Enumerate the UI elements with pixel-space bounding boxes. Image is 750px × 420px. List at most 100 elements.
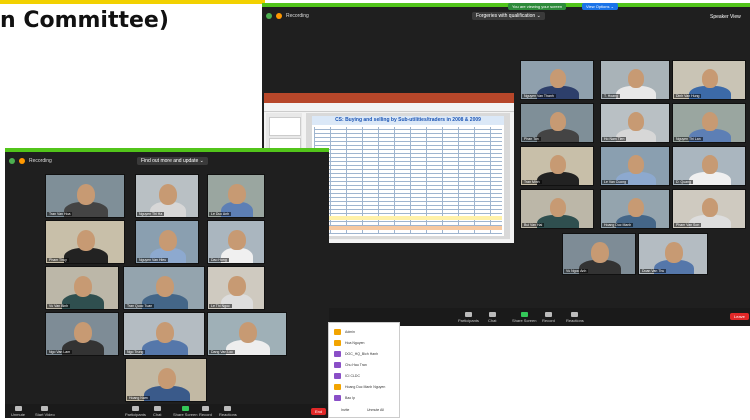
reactions-button[interactable]: Reactions [219,405,237,417]
unmute-button[interactable]: Unmute [11,405,26,417]
participant-video-tile[interactable]: Ho Nam Tien [600,103,670,143]
participant-video-tile[interactable]: Bui Van Hai [520,189,594,229]
avatar [334,340,341,346]
participant-list-name: Hoa Nguyen [345,341,365,345]
participant-gallery: Tran Van Hoa Nguyen Thi Ha Le Duc Anh Pham … [5,148,329,418]
participant-video-tile[interactable]: Doan Van Thu [638,233,708,275]
participant-name: Tran Minh [522,180,542,184]
participant-face [228,183,246,204]
chat-icon [153,405,161,411]
participant-video-tile[interactable]: Dang Van Loc [207,312,287,356]
participant-list-item[interactable]: Admin [334,329,355,335]
participant-name: Nguyen Thi Ha [137,212,165,216]
participant-video-tile[interactable]: Le Duc Anh [207,174,265,218]
participant-face [157,367,177,390]
participant-face [73,275,93,298]
participant-video-tile[interactable]: D. Quang [672,146,746,186]
meeting-controls: Unmute Start Video Participants Chat Sha… [5,404,329,418]
participant-face [627,198,645,218]
end-meeting-button[interactable]: End [311,408,327,415]
control-label: Start Video [35,411,55,417]
participants-button[interactable]: Participants [458,311,479,323]
participant-list-item[interactable]: DOC_HQ_Bich Hanh [334,351,378,357]
control-label: Unmute [11,411,26,417]
participant-face [549,69,567,89]
chat-button[interactable]: Chat [153,405,161,417]
avatar [334,362,341,368]
participant-video-tile[interactable]: Dinh Van Hung [672,60,746,100]
control-label: Record [199,411,212,417]
control-label: Share Screen [173,411,198,417]
share-screen-button[interactable]: Share Screen [512,311,536,323]
participant-list-name: Hoang Duc Manh Nguyen [345,385,386,389]
participant-video-tile[interactable]: T. Hoang [600,60,670,100]
participant-video-tile[interactable]: Pham Thuy [45,220,125,264]
reactions-icon [224,405,232,411]
participant-video-tile[interactable]: Nguyen Thi Lan [672,103,746,143]
participant-video-tile[interactable]: Tran Quoc Tuan [123,266,205,310]
participant-face [627,69,645,89]
participant-video-tile[interactable]: Nguyen Thi Ha [135,174,199,218]
record-button[interactable]: Record [542,311,555,323]
participant-list-item[interactable]: Bao Ip [334,395,355,401]
participant-video-tile[interactable]: Ngo Trung [123,312,205,356]
participant-video-tile[interactable]: Le Van Cuong [600,146,670,186]
participant-list-name: DOC_HQ_Bich Hanh [345,352,379,356]
participant-video-tile[interactable]: Pham Van Son [672,189,746,229]
participant-video-tile[interactable]: Nguyen Van Hieu [135,220,199,264]
participant-name: Tran Quoc Tuan [125,304,155,308]
participant-face [549,198,567,218]
invite-button[interactable]: Invite [341,408,349,412]
participant-video-tile[interactable]: Vu Ngoc Anh [562,233,636,275]
participant-face [155,321,175,344]
participant-name: D. Quang [674,180,693,184]
participant-name: Hoang Duc Manh [602,223,634,227]
record-button[interactable]: Record [199,405,212,417]
microphone-icon [14,405,22,411]
avatar [334,329,341,335]
participant-video-tile[interactable]: Vu Van Binh [45,266,119,310]
participant-video-tile[interactable]: Phan Ton [520,103,594,143]
participant-face [76,183,96,206]
participant-name: Dao Hung [209,258,229,262]
participant-video-tile[interactable]: Dao Hung [207,220,265,264]
participant-name: Doan Van Thu [640,269,667,273]
participant-face [73,321,93,344]
participant-face [701,198,719,218]
participant-video-tile[interactable]: Nguyen Van Thanh [520,60,594,100]
participant-name: Nguyen Van Hieu [137,258,169,262]
participant-video-tile[interactable]: Tran Minh [520,146,594,186]
participant-name: Nguyen Thi Lan [674,137,703,141]
participants-icon [131,405,139,411]
participant-list-item[interactable]: ICI CLDC [334,373,360,379]
participant-face [627,155,645,175]
participants-button[interactable]: Participants [125,405,146,417]
participant-gallery: Nguyen Van Thanh T. Hoang Dinh Van Hung Pha… [262,3,750,326]
participant-list-name: ICI CLDC [345,374,360,378]
participant-name: Le Thi Ngoc [209,304,232,308]
participant-video-tile[interactable]: Hoang Duc Manh [600,189,670,229]
participant-name: Vu Van Binh [47,304,71,308]
participant-video-tile[interactable]: Ngo Van Lam [45,312,119,356]
unmute-all-button[interactable]: Unmute All [367,408,384,412]
participant-face [627,112,645,132]
participant-video-tile[interactable]: Hoang Nam [125,358,207,402]
participant-video-tile[interactable]: Le Thi Ngoc [207,266,265,310]
share-screen-button[interactable]: Share Screen [173,405,198,417]
reactions-button[interactable]: Reactions [566,311,584,323]
participant-list-item[interactable]: Hoang Duc Manh Nguyen [334,384,385,390]
participant-face [158,183,178,206]
leave-button[interactable]: Leave [730,313,749,320]
participant-name: Dang Van Loc [209,350,235,354]
reactions-icon [571,311,579,317]
participant-video-tile[interactable]: Tran Van Hoa [45,174,125,218]
participant-list-item[interactable]: Hoa Nguyen [334,340,364,346]
chat-button[interactable]: Chat [488,311,496,323]
participant-list-item[interactable]: Chu Hau Tran [334,362,367,368]
start-video-button[interactable]: Start Video [35,405,55,417]
participant-name: Vu Ngoc Anh [564,269,589,273]
participant-face [158,229,178,252]
zoom-window-right: Recording Forgeries with qualification ⌄… [262,3,750,326]
participant-name: Ngo Trung [125,350,146,354]
participant-name: Hoang Nam [127,396,150,400]
